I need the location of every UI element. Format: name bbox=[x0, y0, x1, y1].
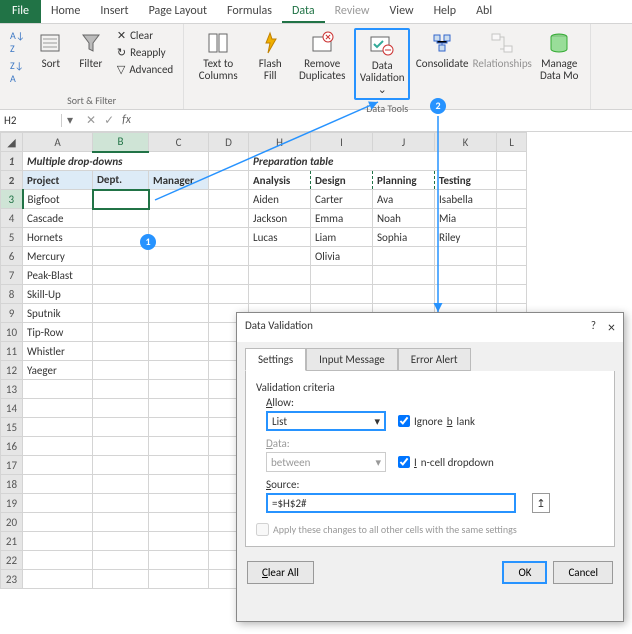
in-cell-dropdown-checkbox[interactable]: In-cell dropdown bbox=[398, 456, 494, 469]
relationships-icon bbox=[489, 30, 515, 56]
ribbon-tabs: File Home Insert Page Layout Formulas Da… bbox=[0, 0, 632, 24]
title-right: Preparation table bbox=[249, 152, 497, 171]
dialog-close-button[interactable]: × bbox=[608, 319, 615, 336]
apply-all-checkbox: Apply these changes to all other cells w… bbox=[256, 523, 604, 536]
formula-bar: H2 ▾ ✕ ✓ fx bbox=[0, 110, 632, 132]
title-left: Multiple drop-downs bbox=[23, 152, 209, 171]
text-to-columns-button[interactable]: Text to Columns bbox=[190, 28, 246, 84]
clear-all-button[interactable]: Clear All bbox=[247, 561, 314, 584]
data-validation-dialog: Data Validation ? × Settings Input Messa… bbox=[236, 312, 624, 622]
consolidate-icon bbox=[429, 30, 455, 56]
tab-file[interactable]: File bbox=[0, 0, 41, 23]
tab-data[interactable]: Data bbox=[282, 0, 325, 23]
col-header-I[interactable]: I bbox=[311, 133, 373, 152]
chevron-down-icon: ▾ bbox=[374, 415, 380, 428]
row-header-1[interactable]: 1 bbox=[1, 152, 23, 171]
col-header-K[interactable]: K bbox=[435, 133, 497, 152]
col-header-H[interactable]: H bbox=[249, 133, 311, 152]
name-box-dropdown[interactable]: ▾ bbox=[62, 113, 78, 128]
group-label-datatools: Data Tools bbox=[366, 100, 408, 115]
data-model-icon bbox=[546, 30, 572, 56]
data-select: between▾ bbox=[266, 452, 386, 472]
filter-icon bbox=[78, 30, 104, 56]
data-validation-button[interactable]: Data Validation ⌄ bbox=[354, 28, 410, 100]
tab-home[interactable]: Home bbox=[41, 0, 90, 23]
tab-help[interactable]: Help bbox=[424, 0, 467, 23]
flash-fill-icon bbox=[257, 30, 283, 56]
reapply-button[interactable]: ↻Reapply bbox=[113, 45, 177, 60]
col-header-D[interactable]: D bbox=[209, 133, 249, 152]
sort-desc-button[interactable]: Z↓A bbox=[6, 58, 29, 86]
col-header-L[interactable]: L bbox=[497, 133, 527, 152]
allow-select[interactable]: List▾ bbox=[266, 411, 386, 431]
filter-button[interactable]: Filter bbox=[73, 28, 109, 72]
chevron-down-icon: ▾ bbox=[375, 456, 381, 469]
advanced-button[interactable]: ▽Advanced bbox=[113, 62, 177, 77]
flash-fill-button[interactable]: Flash Fill bbox=[250, 28, 290, 84]
tab-review[interactable]: Review bbox=[325, 0, 380, 23]
consolidate-button[interactable]: Consolidate bbox=[414, 28, 470, 72]
tab-insert[interactable]: Insert bbox=[90, 0, 138, 23]
ignore-blank-checkbox[interactable]: Ignore blank bbox=[398, 415, 475, 428]
name-box[interactable]: H2 bbox=[0, 114, 62, 127]
data-validation-icon bbox=[369, 32, 395, 58]
fx-icon[interactable]: fx bbox=[122, 113, 131, 128]
tab-view[interactable]: View bbox=[380, 0, 424, 23]
data-label: Data: bbox=[266, 437, 604, 450]
callout-badge-1: 1 bbox=[140, 234, 156, 250]
cancel-formula-icon[interactable]: ✕ bbox=[86, 113, 96, 128]
enter-formula-icon[interactable]: ✓ bbox=[104, 113, 114, 128]
dialog-tab-error-alert[interactable]: Error Alert bbox=[398, 348, 471, 371]
remove-duplicates-button[interactable]: Remove Duplicates bbox=[294, 28, 350, 84]
ok-button[interactable]: OK bbox=[502, 561, 547, 584]
select-all-corner[interactable]: ◢ bbox=[1, 133, 23, 152]
chevron-down-icon: ⌄ bbox=[378, 83, 387, 96]
allow-label: Allow: bbox=[266, 396, 604, 409]
group-data-tools: Text to Columns Flash Fill Remove Duplic… bbox=[184, 24, 591, 109]
dialog-help-button[interactable]: ? bbox=[591, 319, 596, 336]
selected-cell-b3[interactable] bbox=[93, 190, 149, 209]
col-header-B[interactable]: B bbox=[93, 133, 149, 152]
reapply-icon: ↻ bbox=[117, 46, 126, 59]
clear-button[interactable]: ✕Clear bbox=[113, 28, 177, 43]
cancel-button[interactable]: Cancel bbox=[553, 561, 613, 584]
tab-formulas[interactable]: Formulas bbox=[217, 0, 282, 23]
sort-asc-icon: A↓Z bbox=[10, 29, 25, 55]
col-header-C[interactable]: C bbox=[149, 133, 209, 152]
group-sort-filter: A↓Z Z↓A Sort Filter ✕Clear ↻Reapply ▽Adv… bbox=[0, 24, 184, 109]
clear-icon: ✕ bbox=[117, 29, 126, 42]
sort-button[interactable]: Sort bbox=[33, 28, 69, 72]
tab-page-layout[interactable]: Page Layout bbox=[139, 0, 217, 23]
col-header-A[interactable]: A bbox=[23, 133, 93, 152]
text-to-columns-icon bbox=[205, 30, 231, 56]
row-header-3[interactable]: 3 bbox=[1, 190, 23, 209]
manage-data-model-button[interactable]: Manage Data Mo bbox=[534, 28, 584, 84]
validation-criteria-label: Validation criteria bbox=[256, 381, 604, 394]
group-label-sortfilter: Sort & Filter bbox=[67, 92, 116, 107]
dialog-tab-input-message[interactable]: Input Message bbox=[306, 348, 398, 371]
sort-desc-icon: Z↓A bbox=[10, 59, 24, 85]
source-label: Source: bbox=[266, 478, 604, 491]
source-input[interactable]: =$H$2# bbox=[266, 493, 516, 513]
row-header-2[interactable]: 2 bbox=[1, 171, 23, 190]
remove-duplicates-icon bbox=[309, 30, 335, 56]
relationships-button[interactable]: Relationships bbox=[474, 28, 530, 72]
callout-badge-2: 2 bbox=[430, 98, 446, 114]
sort-icon bbox=[38, 30, 64, 56]
dialog-title: Data Validation bbox=[245, 319, 313, 336]
sort-asc-button[interactable]: A↓Z bbox=[6, 28, 29, 56]
tab-ablebits[interactable]: Abl bbox=[466, 0, 502, 23]
range-selector-button[interactable]: ↥ bbox=[532, 493, 550, 513]
col-header-J[interactable]: J bbox=[373, 133, 435, 152]
advanced-icon: ▽ bbox=[117, 63, 125, 76]
dialog-tab-settings[interactable]: Settings bbox=[245, 348, 306, 371]
